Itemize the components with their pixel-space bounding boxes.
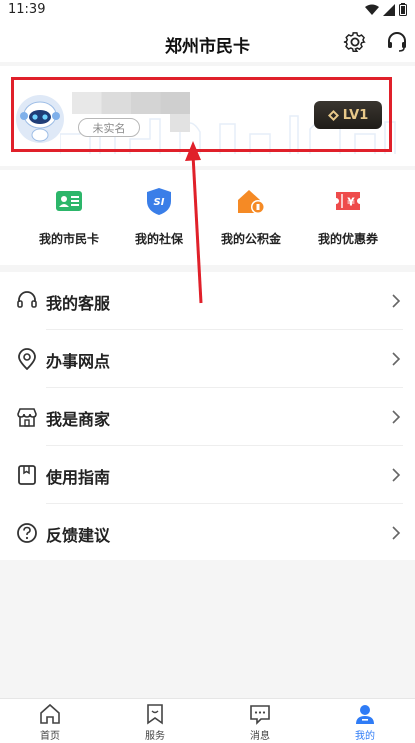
home-icon: [40, 703, 60, 724]
profile-icon: [356, 705, 374, 724]
headset-icon: [17, 291, 37, 308]
coupon-icon: ¥: [336, 192, 360, 210]
status-bar: 11:39: [0, 0, 415, 22]
location-pin-icon: [18, 348, 36, 370]
coupon-glyph: ¥: [347, 196, 355, 209]
menu-list: 我的客服 办事网点 我是商家 使用指南 反馈建议: [0, 272, 415, 560]
service-bookmark-icon: [147, 704, 163, 725]
menu-item-label: 反馈建议: [46, 526, 111, 545]
quick-action-citizen-card[interactable]: 我的市民卡: [24, 186, 114, 247]
quick-action-social-security[interactable]: SI 我的社保: [114, 186, 204, 247]
wifi-icon: [365, 4, 379, 15]
bottom-tab-bar: 首页 服务 消息 我的: [0, 698, 415, 743]
citizen-card-icon: [56, 191, 82, 211]
tab-label: 首页: [40, 731, 60, 742]
quick-action-housing-fund[interactable]: 我的公积金: [206, 186, 296, 247]
social-security-glyph: SI: [154, 197, 165, 208]
chevron-right-icon: [392, 294, 401, 308]
chevron-right-icon: [392, 468, 401, 482]
question-circle-icon: [17, 523, 37, 543]
chevron-right-icon: [392, 526, 401, 540]
menu-item-label: 使用指南: [46, 468, 111, 487]
menu-item-user-guide[interactable]: 使用指南: [0, 446, 415, 504]
social-security-icon: SI: [147, 188, 171, 215]
store-icon: [17, 408, 37, 427]
customer-service-icon[interactable]: [385, 30, 409, 54]
guide-book-icon: [18, 465, 36, 485]
menu-item-customer-service[interactable]: 我的客服: [0, 272, 415, 330]
chevron-right-icon: [392, 410, 401, 424]
status-icons: [365, 3, 407, 16]
housing-fund-icon: [238, 190, 265, 214]
tab-messages[interactable]: 消息: [230, 703, 290, 742]
quick-action-coupon[interactable]: ¥ 我的优惠券: [303, 186, 393, 247]
menu-item-service-outlets[interactable]: 办事网点: [0, 330, 415, 388]
app-header: 郑州市民卡: [0, 22, 415, 62]
settings-gear-icon[interactable]: [343, 30, 367, 54]
quick-action-label: 我的市民卡: [38, 232, 99, 246]
quick-action-label: 我的优惠券: [317, 232, 378, 246]
menu-item-label: 办事网点: [46, 352, 111, 371]
tab-label: 服务: [145, 731, 165, 742]
chevron-right-icon: [392, 352, 401, 366]
annotation-highlight-box: [11, 77, 392, 152]
quick-action-label: 我的公积金: [220, 232, 281, 246]
message-icon: [250, 705, 270, 725]
tab-home[interactable]: 首页: [20, 703, 80, 742]
signal-icon: [383, 3, 395, 16]
status-time: 11:39: [8, 2, 46, 17]
tab-service[interactable]: 服务: [125, 703, 185, 742]
quick-action-label: 我的社保: [134, 232, 183, 246]
menu-item-label: 我的客服: [46, 294, 111, 313]
battery-icon: [399, 3, 407, 16]
menu-item-label: 我是商家: [46, 410, 111, 429]
menu-item-feedback[interactable]: 反馈建议: [0, 504, 415, 562]
tab-mine[interactable]: 我的: [335, 703, 395, 742]
menu-item-merchant[interactable]: 我是商家: [0, 388, 415, 446]
tab-label: 消息: [250, 731, 270, 742]
tab-label: 我的: [355, 731, 375, 742]
